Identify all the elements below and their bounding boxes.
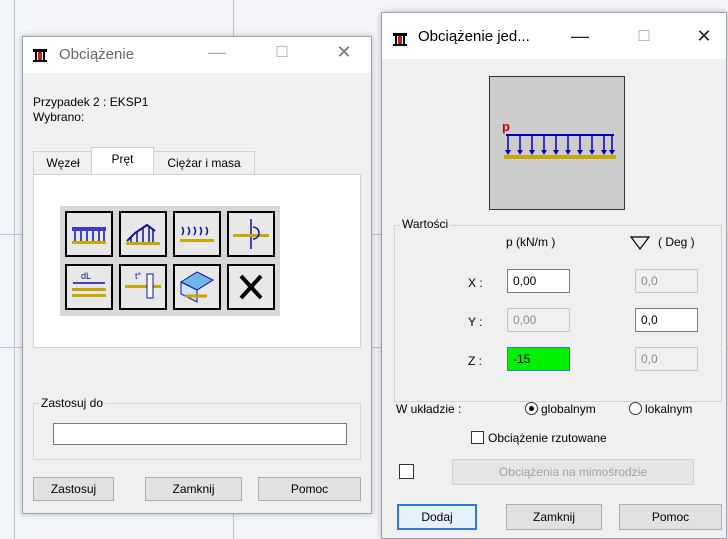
- z-row-label: Z :: [468, 354, 482, 368]
- trapezoidal-load-icon[interactable]: [119, 211, 167, 257]
- uniform-load-icon[interactable]: [65, 211, 113, 257]
- x-p-input[interactable]: 0,00: [507, 269, 570, 293]
- system-label: W układzie :: [396, 402, 462, 416]
- y-p-input[interactable]: 0,00: [507, 308, 570, 332]
- eccentric-checkbox[interactable]: [399, 464, 414, 479]
- dilatation-load-icon[interactable]: dL: [65, 264, 113, 310]
- delete-load-icon[interactable]: [227, 264, 275, 310]
- apply-to-input[interactable]: [53, 423, 347, 445]
- app-icon: [33, 49, 47, 62]
- help-button[interactable]: Pomoc: [619, 504, 722, 530]
- y-deg-input[interactable]: 0,0: [635, 308, 698, 332]
- angle-icon: [629, 236, 651, 250]
- apply-to-label: Zastosuj do: [39, 396, 106, 410]
- apply-button[interactable]: Zastosuj: [33, 477, 114, 501]
- load-type-toolbar: dL t°: [60, 206, 280, 316]
- close-window-button[interactable]: ✕: [330, 42, 358, 63]
- uniform-load-drawing: [504, 134, 616, 159]
- minimize-button[interactable]: —: [203, 42, 231, 63]
- values-label: Wartości: [400, 217, 451, 231]
- tab-weight-mass[interactable]: Ciężar i masa: [153, 151, 255, 175]
- window-title: Obciążenie jed...: [418, 28, 530, 45]
- tab-bar[interactable]: Pręt: [91, 147, 154, 174]
- close-button[interactable]: Zamknij: [506, 504, 602, 530]
- x-deg-input[interactable]: 0,0: [635, 269, 698, 293]
- case-label: Przypadek 2 : EKSP1: [33, 95, 149, 109]
- point-moment-load-icon[interactable]: [227, 211, 275, 257]
- selected-label: Wybrano:: [33, 110, 85, 124]
- tab-node[interactable]: Węzeł: [33, 151, 93, 175]
- z-p-input[interactable]: -15: [507, 347, 570, 371]
- distributed-arrows-load-icon[interactable]: [173, 211, 221, 257]
- local-radio-label[interactable]: lokalnym: [645, 402, 692, 416]
- diagram-p-label: p: [502, 119, 510, 134]
- tab-panel: dL t°: [33, 174, 361, 348]
- title-bar[interactable]: Obciążenie — ☐ ✕: [23, 37, 371, 73]
- svg-text:dL: dL: [81, 271, 91, 281]
- help-button[interactable]: Pomoc: [258, 477, 361, 501]
- load-diagram: p: [489, 76, 625, 210]
- projected-checkbox[interactable]: [471, 431, 484, 444]
- add-button[interactable]: Dodaj: [397, 504, 477, 530]
- p-column-header: p (kN/m ): [506, 235, 556, 249]
- maximize-button[interactable]: ☐: [630, 27, 658, 45]
- window-title: Obciążenie: [59, 46, 135, 63]
- y-row-label: Y :: [468, 315, 483, 329]
- svg-text:t°: t°: [135, 271, 142, 281]
- z-deg-input[interactable]: 0,0: [635, 347, 698, 371]
- title-bar[interactable]: Obciążenie jed... — ☐ ✕: [382, 13, 726, 59]
- x-row-label: X :: [468, 276, 483, 290]
- app-icon: [393, 33, 407, 46]
- local-radio[interactable]: [629, 402, 642, 415]
- deg-column-header: ( Deg ): [658, 235, 695, 249]
- uniform-load-dialog: Obciążenie jed... — ☐ ✕ p Wartości p (kN…: [381, 12, 727, 539]
- minimize-button[interactable]: —: [566, 26, 594, 47]
- surface-load-icon[interactable]: [173, 264, 221, 310]
- maximize-button[interactable]: ☐: [268, 43, 296, 61]
- load-dialog: Obciążenie — ☐ ✕ Przypadek 2 : EKSP1 Wyb…: [22, 36, 372, 514]
- projected-label[interactable]: Obciążenie rzutowane: [488, 431, 607, 445]
- close-button[interactable]: Zamknij: [145, 477, 242, 501]
- eccentric-loads-button[interactable]: Obciążenia na mimośrodzie: [452, 459, 694, 485]
- background-grid-line: [14, 0, 15, 539]
- global-radio-label[interactable]: globalnym: [541, 402, 596, 416]
- close-window-button[interactable]: ✕: [690, 26, 718, 47]
- global-radio[interactable]: [525, 402, 538, 415]
- thermal-load-icon[interactable]: t°: [119, 264, 167, 310]
